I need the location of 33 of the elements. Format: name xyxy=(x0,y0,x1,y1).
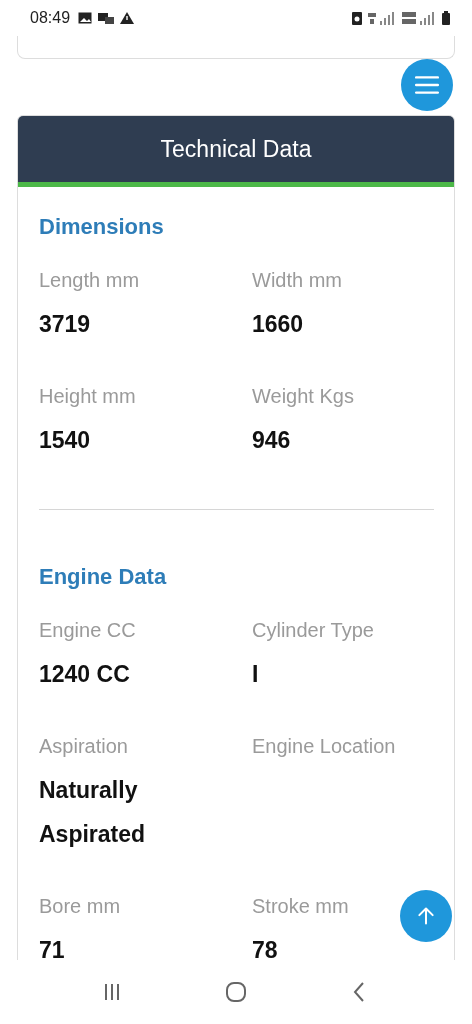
spec-label: Cylinder Type xyxy=(252,618,374,643)
section-heading: Engine Data xyxy=(39,563,168,591)
home-icon[interactable] xyxy=(224,980,248,1004)
status-time: 08:49 xyxy=(30,9,71,27)
spec-label: Stroke mm xyxy=(252,894,349,919)
section-heading: Dimensions xyxy=(39,213,165,241)
warning-icon xyxy=(120,12,135,24)
spec-value: 71 xyxy=(39,936,65,960)
spec-value: Naturally Aspirated xyxy=(39,776,147,849)
image-icon xyxy=(78,12,93,24)
spec-label: Length mm xyxy=(39,268,140,293)
spec-label: Height mm xyxy=(39,384,136,409)
spec-label: Weight Kgs xyxy=(252,384,354,409)
spec-value: I xyxy=(252,660,259,689)
spec-value: 1540 xyxy=(39,426,91,455)
spec-label: Engine Location xyxy=(252,734,396,759)
spec-value: 1660 xyxy=(252,310,304,339)
spec-value: 1240 CC xyxy=(39,660,130,689)
card-header: Technical Data xyxy=(18,116,454,187)
spec-value: 946 xyxy=(252,426,291,455)
spec-value: 78 xyxy=(252,936,278,960)
spec-label: Engine CC xyxy=(39,618,136,643)
signal-icon xyxy=(368,11,396,25)
signal-icon xyxy=(402,11,436,25)
menu-button[interactable] xyxy=(401,59,453,111)
spec-label: Bore mm xyxy=(39,894,121,919)
spec-value: 3719 xyxy=(39,310,91,339)
scroll-top-button[interactable] xyxy=(400,890,452,942)
battery-saver-icon xyxy=(352,11,362,25)
battery-icon xyxy=(442,11,450,25)
arrow-up-icon xyxy=(416,906,436,926)
spec-label: Width mm xyxy=(252,268,342,293)
spec-label: Aspiration xyxy=(39,734,128,759)
